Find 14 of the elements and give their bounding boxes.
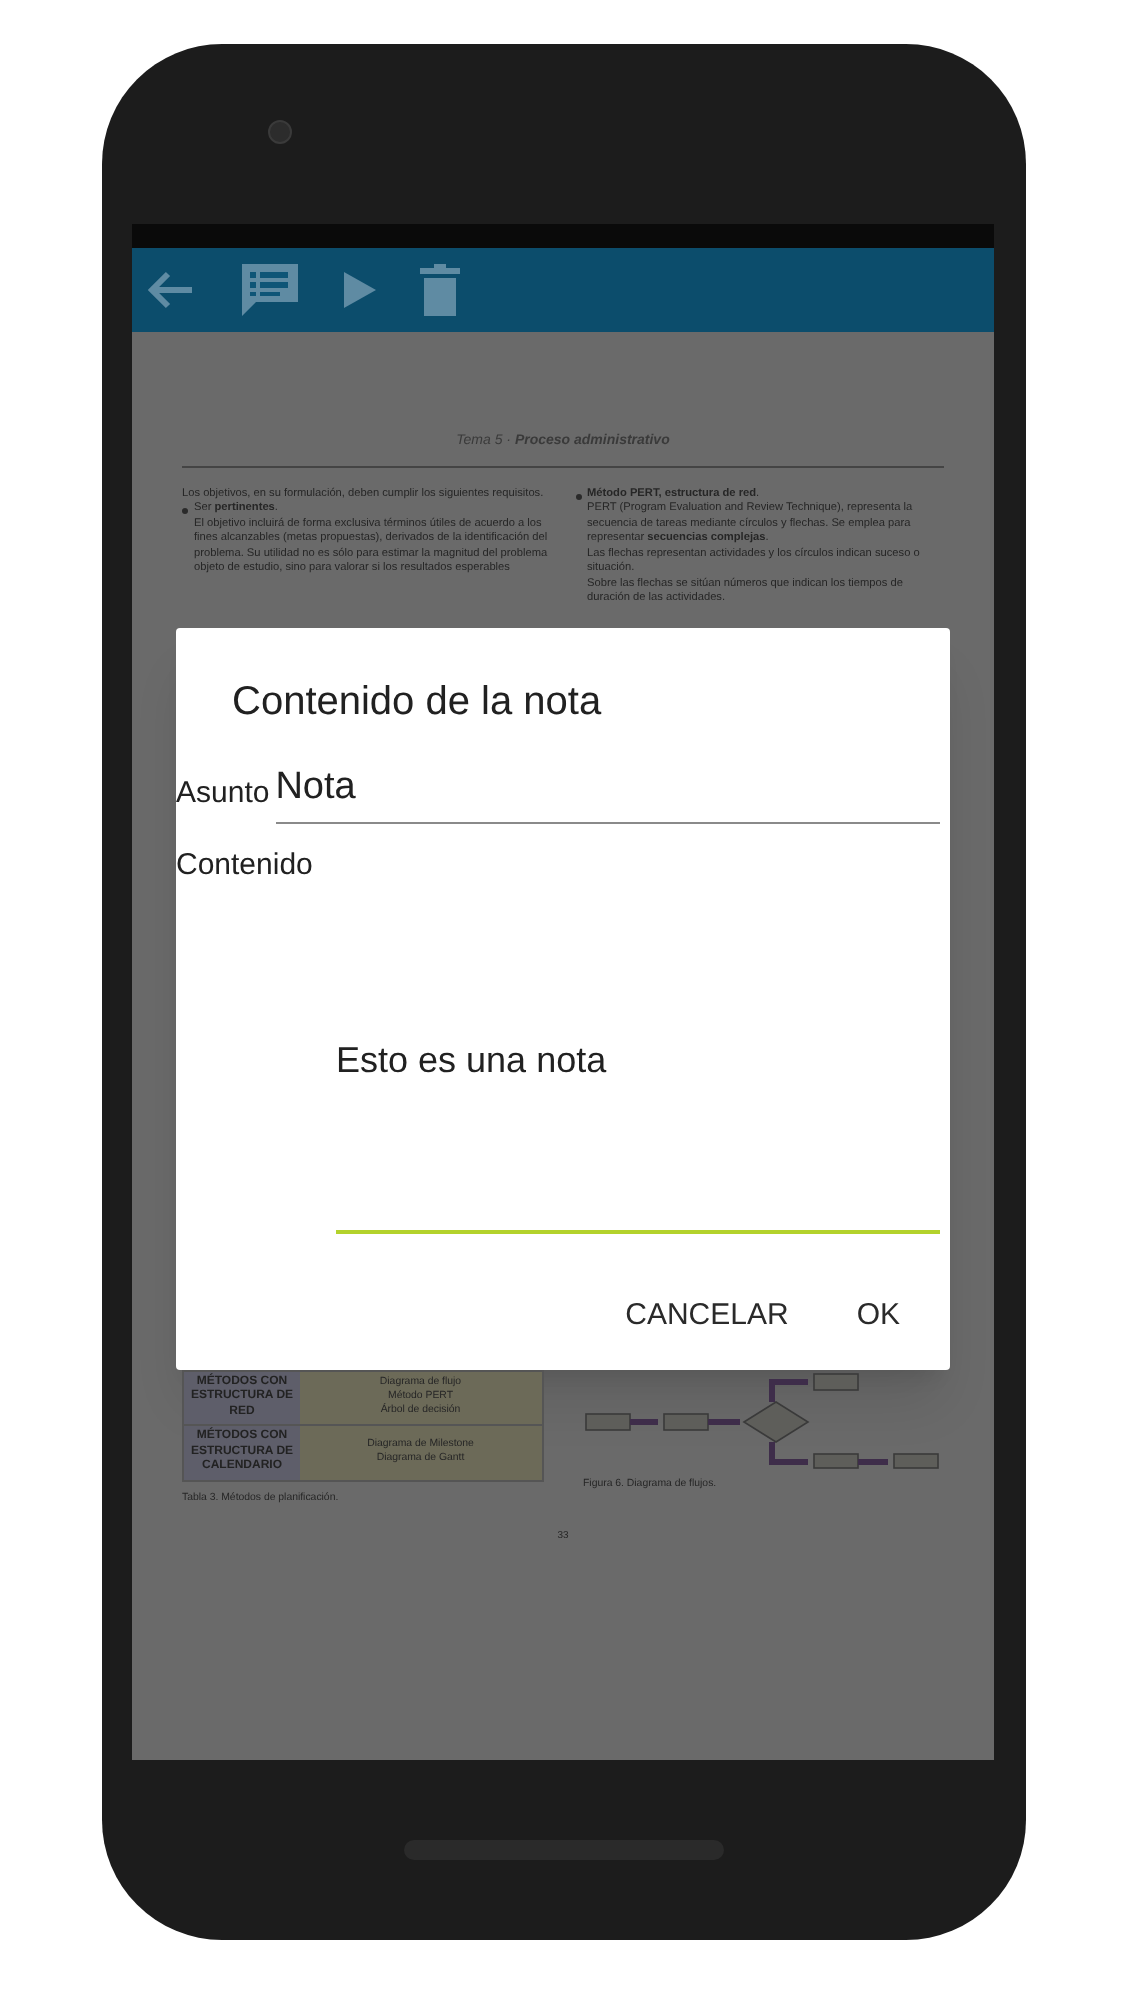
dialog-button[interactable]: CANCELAR bbox=[599, 1277, 815, 1354]
notes-icon[interactable] bbox=[240, 262, 300, 318]
subject-label: Asunto bbox=[176, 773, 272, 813]
delete-icon[interactable] bbox=[420, 264, 460, 316]
play-icon[interactable] bbox=[344, 272, 376, 308]
content-label: Contenido bbox=[176, 846, 315, 886]
content-field[interactable]: Esto es una nota bbox=[336, 1033, 940, 1233]
back-icon[interactable] bbox=[144, 268, 196, 312]
dialog-button[interactable]: OK bbox=[830, 1277, 926, 1354]
camera-icon bbox=[267, 120, 291, 144]
bullet-icon bbox=[575, 493, 581, 499]
dialog-title: Contenido de la nota bbox=[230, 677, 604, 727]
subject-field[interactable]: Nota bbox=[275, 759, 940, 824]
bullet-icon bbox=[182, 508, 188, 514]
